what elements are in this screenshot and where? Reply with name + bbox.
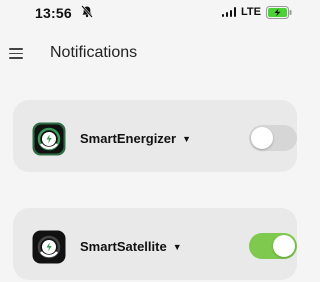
device-name-label: SmartEnergizer [80, 131, 177, 146]
device-name-dropdown[interactable]: SmartSatellite ▼ [80, 239, 182, 254]
signal-strength-icon [221, 7, 237, 17]
page-title: Notifications [50, 44, 138, 61]
device-card-smartsatellite[interactable]: SmartSatellite ▼ [13, 208, 297, 280]
satellite-device-icon [32, 230, 66, 264]
hamburger-menu-icon[interactable] [9, 48, 23, 59]
device-name-dropdown[interactable]: SmartEnergizer ▼ [80, 131, 191, 146]
power-plug-icon [32, 122, 66, 156]
notification-toggle[interactable] [249, 233, 297, 259]
battery-charging-icon [266, 5, 292, 19]
caret-down-icon: ▼ [182, 134, 192, 144]
status-time: 13:56 [35, 5, 72, 21]
toggle-knob [251, 127, 273, 149]
status-indicators: LTE [221, 5, 292, 19]
device-name-label: SmartSatellite [80, 239, 167, 254]
status-bar: 13:56 LTE [0, 0, 306, 24]
bell-slash-icon [81, 5, 93, 18]
caret-down-icon: ▼ [172, 242, 182, 252]
device-card-smartenergizer[interactable]: SmartEnergizer ▼ [13, 100, 297, 172]
network-type: LTE [241, 6, 261, 18]
toggle-knob [273, 235, 295, 257]
notification-toggle[interactable] [249, 125, 297, 151]
